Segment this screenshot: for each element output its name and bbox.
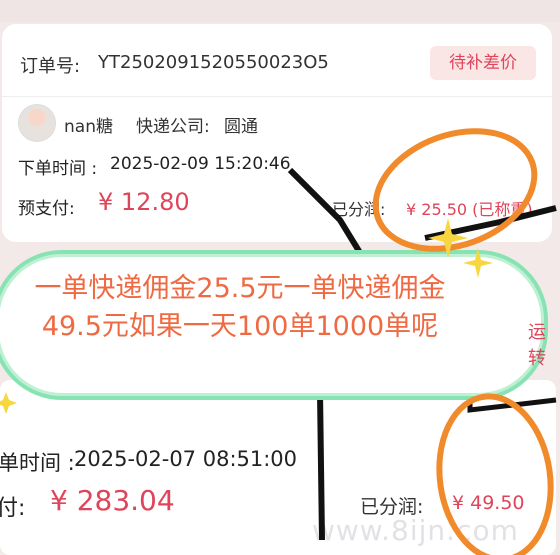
split-label: 已分润: [332, 200, 386, 219]
order-number-label: 订单号: [20, 56, 81, 77]
status-badge[interactable]: 待补差价 [430, 46, 536, 80]
watermark: www.8ijn.com [312, 514, 519, 547]
courier-value: 圆通 [224, 117, 258, 137]
avatar [18, 104, 56, 142]
prepay-amount: ¥ 12.80 [98, 188, 190, 216]
order2-prepay-label: 付: [0, 496, 26, 521]
order-time-label: 下单时间 : [18, 159, 98, 179]
username: nan糖 [64, 117, 113, 137]
prepay-label: 预支付: [18, 199, 75, 219]
order2-split-amount: ¥ 49.50 [452, 492, 525, 514]
order-number: YT2502091520550023O5 [98, 52, 329, 73]
divider [2, 96, 552, 97]
courier-label: 快递公司: [136, 117, 210, 137]
order2-time-label: 单时间 : [0, 451, 75, 475]
banner-text: 一单快递佣金25.5元一单快递佣金49.5元如果一天100单1000单呢 [34, 273, 446, 342]
order2-time: 2025-02-07 08:51:00 [74, 447, 298, 471]
banner-right-partial: 运转 [528, 322, 546, 369]
order2-prepay-amount: ¥ 283.04 [50, 484, 175, 517]
top-strip [0, 0, 560, 22]
order-time: 2025-02-09 15:20:46 [110, 154, 291, 174]
order-card[interactable]: 订单号: YT2502091520550023O5 待补差价 nan糖 快递公司… [2, 24, 552, 242]
split-amount: ¥ 25.50 (已称重) [406, 200, 533, 219]
